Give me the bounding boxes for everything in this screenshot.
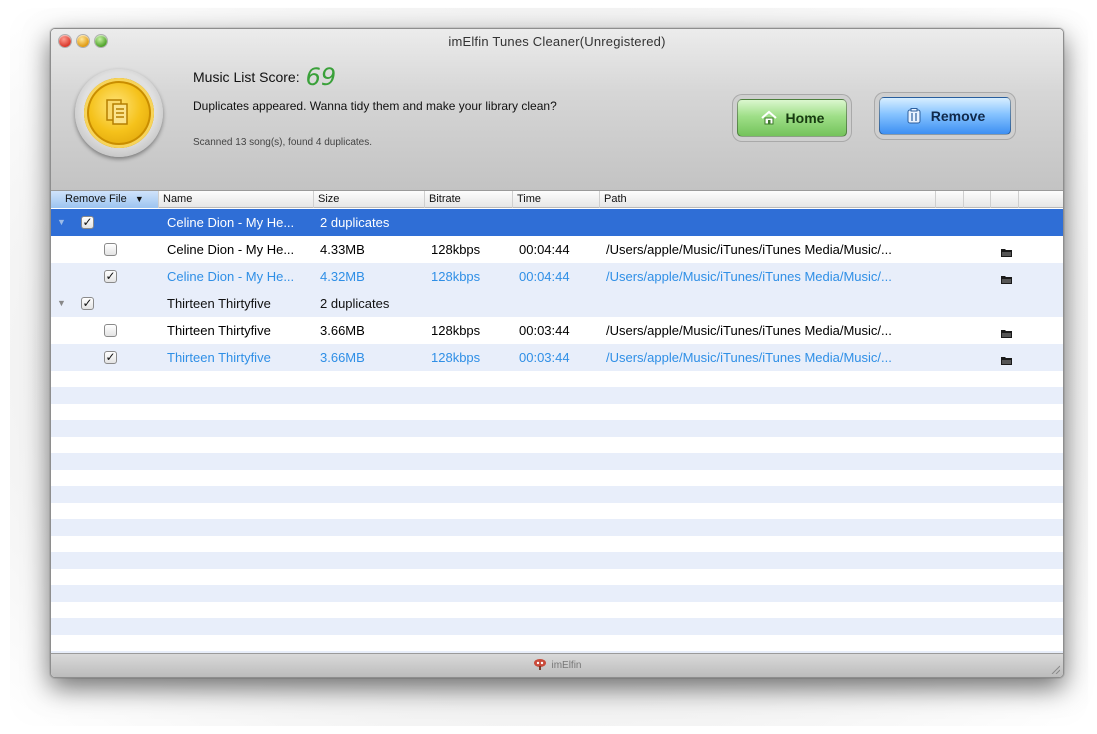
- table-row[interactable]: ✓ Celine Dion - My He... 4.32MB 128kbps …: [51, 263, 1063, 290]
- scan-summary: Scanned 13 song(s), found 4 duplicates.: [193, 137, 373, 148]
- brand-mascot-icon: [532, 658, 548, 673]
- remove-button-label: Remove: [930, 108, 986, 124]
- song-size: 4.33MB: [320, 242, 365, 257]
- group-checkbox[interactable]: ✓: [81, 297, 94, 310]
- table-row[interactable]: Celine Dion - My He... 4.33MB 128kbps 00…: [51, 236, 1063, 263]
- column-header-bitrate[interactable]: Bitrate: [425, 191, 513, 208]
- remove-button[interactable]: Remove: [879, 97, 1011, 135]
- app-logo: [75, 69, 163, 157]
- house-icon: [760, 109, 778, 127]
- disclosure-triangle-icon[interactable]: ▼: [57, 209, 66, 236]
- song-name: Thirteen Thirtyfive: [167, 323, 271, 338]
- group-count: 2 duplicates: [320, 215, 390, 230]
- song-size: 4.32MB: [320, 269, 365, 284]
- table-row[interactable]: ✓ Thirteen Thirtyfive 3.66MB 128kbps 00:…: [51, 344, 1063, 371]
- group-checkbox[interactable]: ✓: [81, 216, 94, 229]
- song-path: /Users/apple/Music/iTunes/iTunes Media/M…: [606, 323, 892, 338]
- song-name: Celine Dion - My He...: [167, 242, 295, 257]
- column-header-extra-1: [936, 191, 964, 208]
- column-header-open: [991, 191, 1019, 208]
- row-checkbox[interactable]: ✓: [104, 270, 117, 283]
- song-bitrate: 128kbps: [431, 269, 481, 284]
- song-bitrate: 128kbps: [431, 242, 481, 257]
- song-path: /Users/apple/Music/iTunes/iTunes Media/M…: [606, 269, 892, 284]
- score-line: Music List Score: 69: [193, 63, 336, 91]
- song-bitrate: 128kbps: [431, 350, 481, 365]
- table-header: Remove File ▼ Name Size Bitrate Time Pat…: [51, 191, 1063, 208]
- status-bar: imElfin: [51, 653, 1063, 677]
- column-header-remove-file[interactable]: Remove File ▼: [51, 191, 159, 208]
- song-time: 00:04:44: [519, 269, 570, 284]
- column-header-size[interactable]: Size: [314, 191, 425, 208]
- group-count: 2 duplicates: [320, 296, 390, 311]
- folder-icon[interactable]: [1001, 245, 1012, 260]
- folder-icon[interactable]: [1001, 326, 1012, 341]
- window-title: imElfin Tunes Cleaner(Unregistered): [448, 34, 666, 49]
- resize-grip-icon[interactable]: [1050, 664, 1060, 674]
- song-time: 00:04:44: [519, 242, 570, 257]
- column-header-path[interactable]: Path: [600, 191, 936, 208]
- group-name: Thirteen Thirtyfive: [167, 296, 271, 311]
- trash-icon: [905, 107, 923, 125]
- row-checkbox[interactable]: [104, 324, 117, 337]
- song-time: 00:03:44: [519, 323, 570, 338]
- status-message: Duplicates appeared. Wanna tidy them and…: [193, 99, 557, 113]
- empty-stripes: [51, 371, 1063, 655]
- song-path: /Users/apple/Music/iTunes/iTunes Media/M…: [606, 350, 892, 365]
- documents-coin-icon: [84, 78, 154, 148]
- group-row[interactable]: ▼ ✓ Celine Dion - My He... 2 duplicates: [51, 209, 1063, 236]
- app-window: imElfin Tunes Cleaner(Unregistered) Musi…: [50, 28, 1064, 678]
- toolbar-area: imElfin Tunes Cleaner(Unregistered) Musi…: [51, 29, 1063, 191]
- folder-icon[interactable]: [1001, 272, 1012, 287]
- column-header-time[interactable]: Time: [513, 191, 600, 208]
- song-bitrate: 128kbps: [431, 323, 481, 338]
- song-name: Celine Dion - My He...: [167, 269, 295, 284]
- score-label: Music List Score:: [193, 69, 300, 85]
- song-size: 3.66MB: [320, 350, 365, 365]
- song-size: 3.66MB: [320, 323, 365, 338]
- row-checkbox[interactable]: ✓: [104, 351, 117, 364]
- column-header-extra-2: [964, 191, 991, 208]
- row-checkbox[interactable]: [104, 243, 117, 256]
- brand-name: imElfin: [551, 660, 582, 671]
- folder-icon[interactable]: [1001, 353, 1012, 368]
- home-button-label: Home: [785, 110, 825, 126]
- sort-arrow-icon: ▼: [134, 194, 144, 204]
- group-name: Celine Dion - My He...: [167, 215, 295, 230]
- song-path: /Users/apple/Music/iTunes/iTunes Media/M…: [606, 242, 892, 257]
- table-row[interactable]: Thirteen Thirtyfive 3.66MB 128kbps 00:03…: [51, 317, 1063, 344]
- home-button[interactable]: Home: [737, 99, 847, 137]
- group-row[interactable]: ▼ ✓ Thirteen Thirtyfive 2 duplicates: [51, 290, 1063, 317]
- column-header-name[interactable]: Name: [159, 191, 314, 208]
- disclosure-triangle-icon[interactable]: ▼: [57, 290, 66, 317]
- duplicates-table: ▼ ✓ Celine Dion - My He... 2 duplicates …: [51, 209, 1063, 655]
- song-name: Thirteen Thirtyfive: [167, 350, 271, 365]
- column-label: Remove File: [65, 193, 127, 205]
- song-time: 00:03:44: [519, 350, 570, 365]
- score-value: 69: [305, 63, 337, 91]
